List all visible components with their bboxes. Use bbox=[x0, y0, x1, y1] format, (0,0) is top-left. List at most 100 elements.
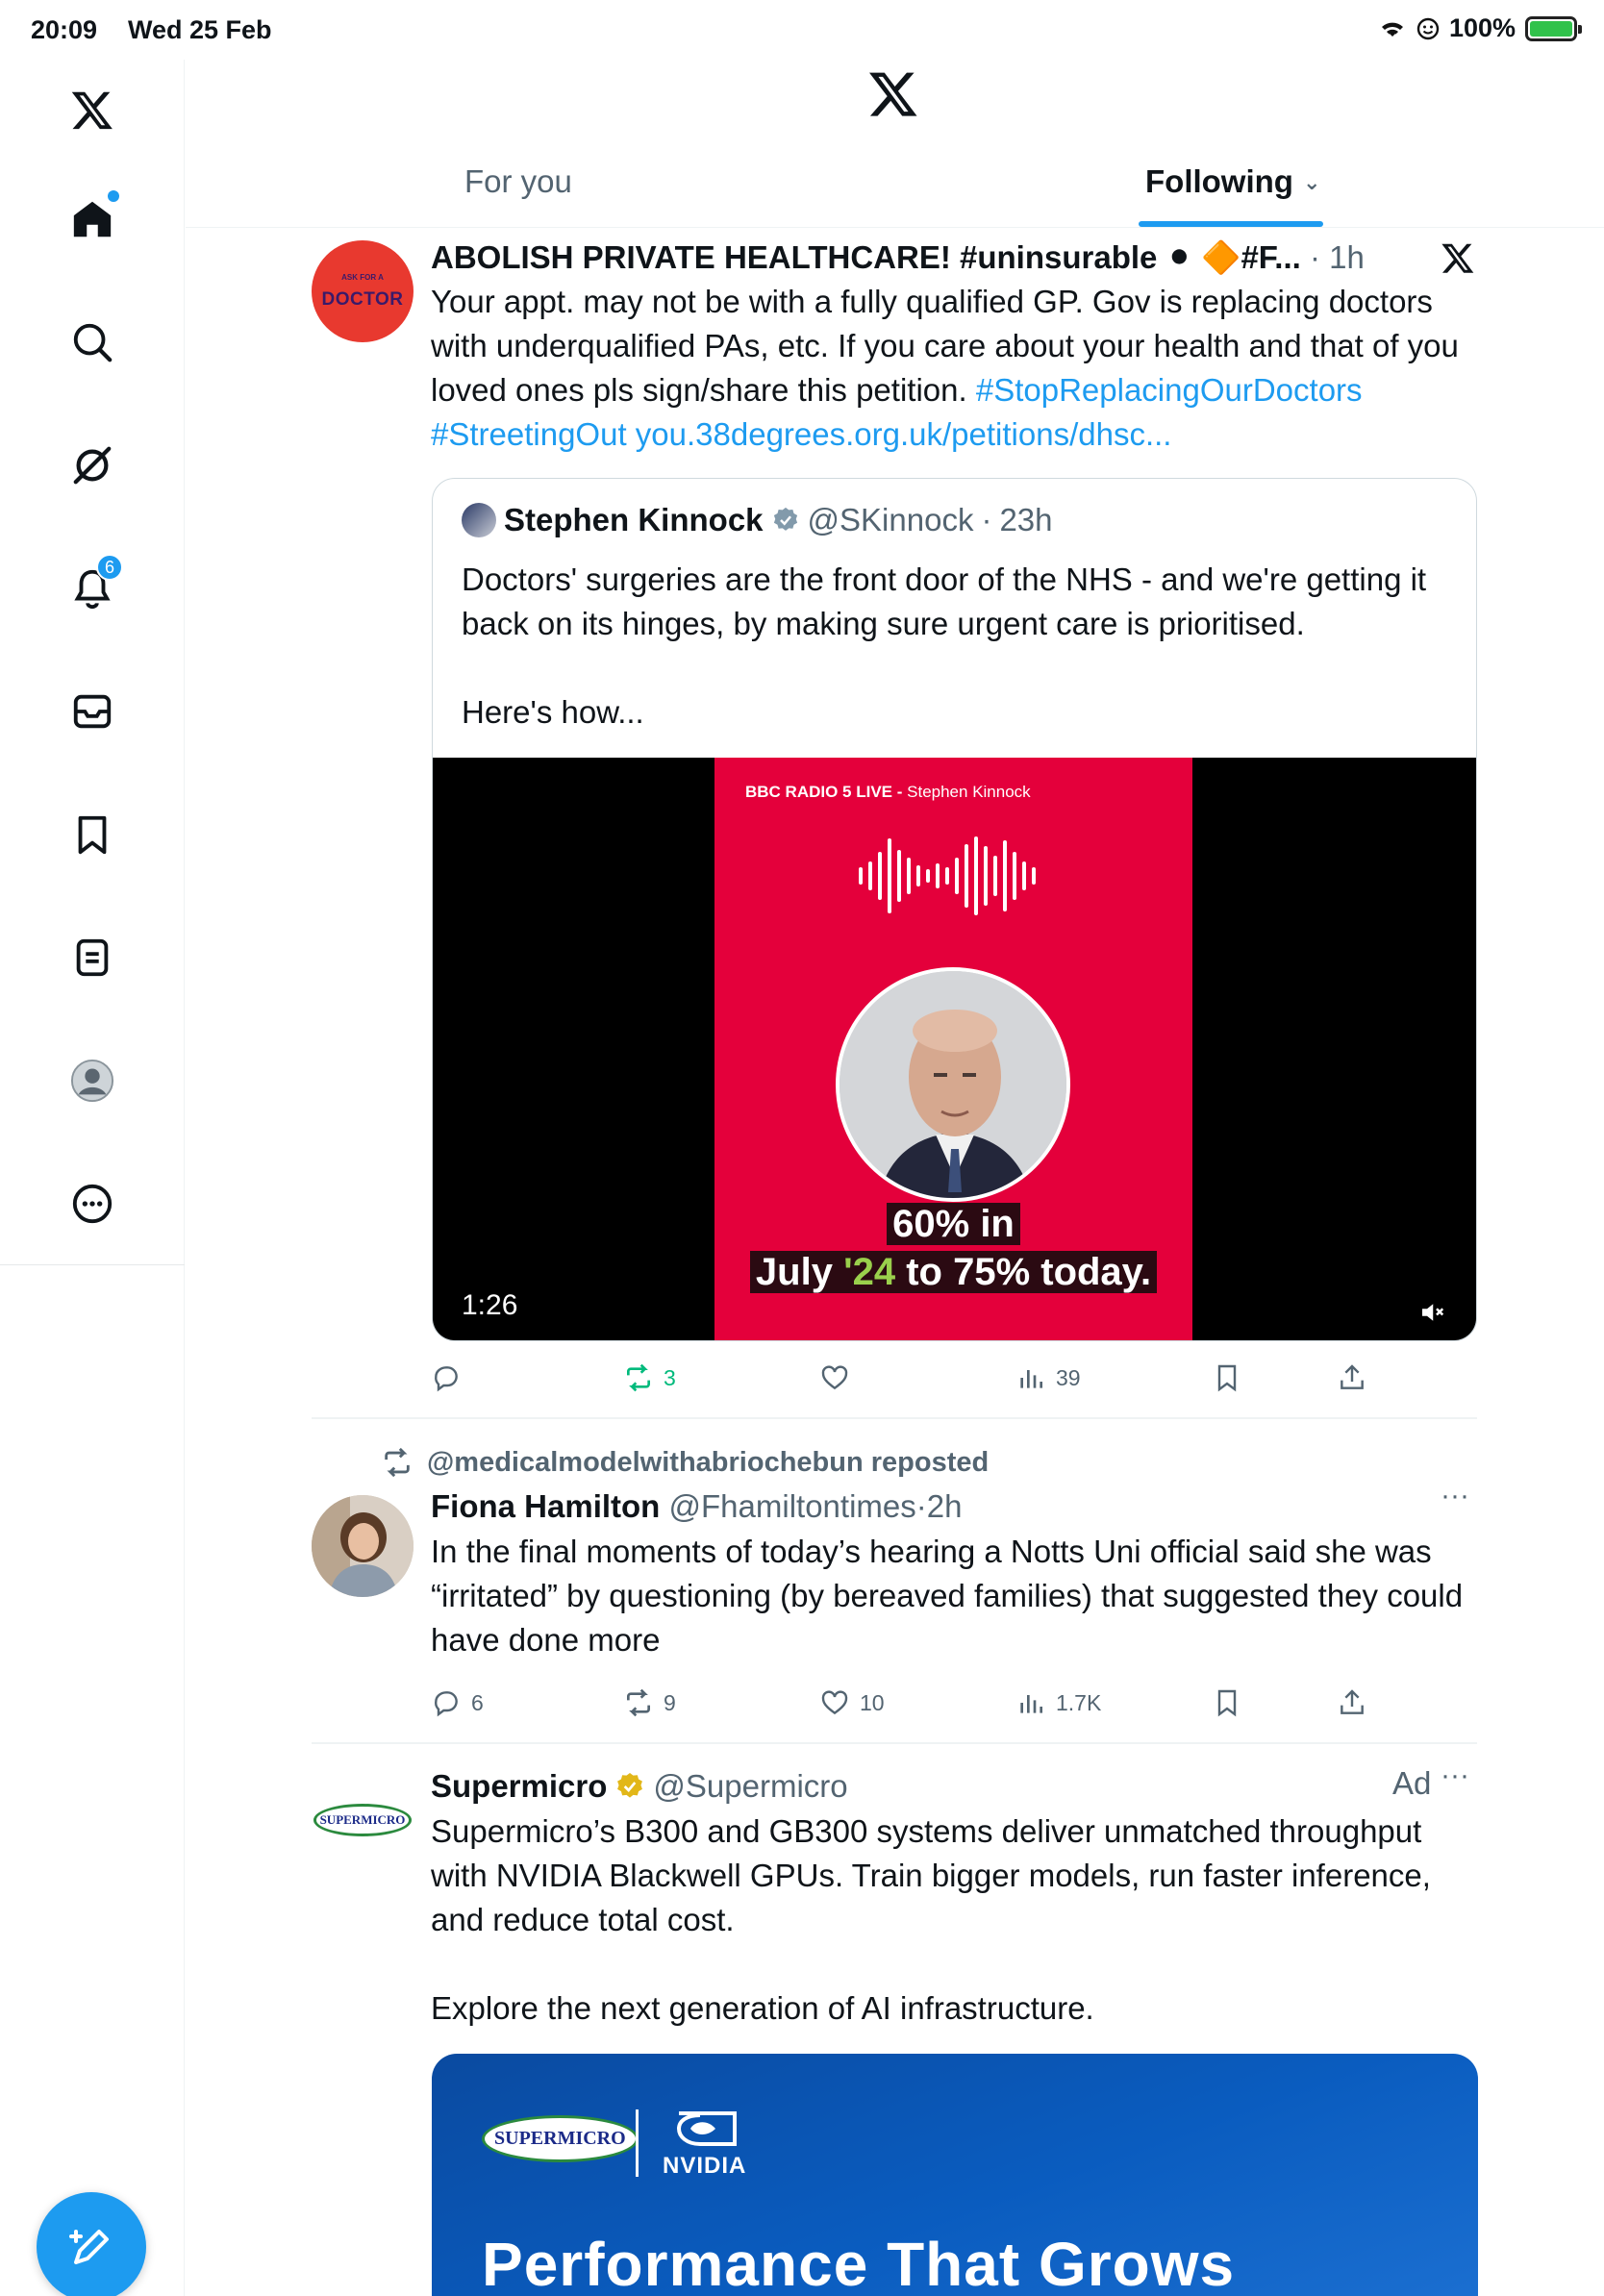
share-icon bbox=[1341, 1689, 1364, 1714]
battery-icon bbox=[1525, 15, 1582, 41]
author-name[interactable]: Fiona Hamilton bbox=[431, 1488, 660, 1524]
compose-feather-icon bbox=[69, 2230, 109, 2264]
x-logo-icon[interactable] bbox=[63, 81, 121, 138]
repost-context: @medicalmodelwithabriochebun reposted bbox=[381, 1446, 989, 1479]
reply-button[interactable] bbox=[431, 1362, 471, 1393]
sidebar-divider bbox=[0, 1264, 185, 1265]
mute-icon[interactable] bbox=[1417, 1298, 1446, 1327]
separator-dot: · bbox=[915, 1488, 927, 1524]
active-tab-indicator bbox=[1139, 221, 1323, 227]
search-icon[interactable] bbox=[63, 313, 121, 371]
video-caption-year: '24 bbox=[843, 1251, 896, 1293]
tab-following-label: Following bbox=[1145, 163, 1293, 199]
nvidia-eye-icon bbox=[676, 2111, 737, 2146]
repost-by-text[interactable]: @medicalmodelwithabriochebun reposted bbox=[427, 1447, 989, 1479]
post-text: Your appt. may not be with a fully quali… bbox=[431, 280, 1479, 457]
more-options-button[interactable]: ··· bbox=[1441, 1480, 1469, 1512]
repost-count: 9 bbox=[664, 1689, 676, 1715]
video-caption-line2a: July bbox=[755, 1251, 844, 1293]
quote-time: 23h bbox=[999, 502, 1053, 537]
grok-icon[interactable] bbox=[63, 437, 121, 494]
wifi-icon bbox=[1381, 22, 1403, 37]
share-icon bbox=[1341, 1364, 1364, 1389]
post-text-line: Supermicro’s B300 and GB300 systems deli… bbox=[431, 1813, 1431, 1937]
quoted-post[interactable]: Stephen Kinnock @SKinnock · 23h Doctors'… bbox=[432, 478, 1477, 1341]
ad-label: Ad bbox=[1392, 1765, 1432, 1801]
supermicro-logo: SUPERMICRO bbox=[482, 2115, 639, 2162]
audio-waveform-icon bbox=[859, 836, 1036, 915]
view-count: 39 bbox=[1056, 1364, 1081, 1390]
quote-text-line: Here's how... bbox=[462, 694, 644, 730]
home-icon[interactable] bbox=[63, 190, 121, 248]
compose-button[interactable] bbox=[37, 2192, 146, 2296]
status-date: Wed 25 Feb bbox=[128, 15, 272, 44]
video-header-bold: BBC RADIO 5 LIVE - bbox=[745, 783, 903, 801]
status-right: 100% bbox=[1378, 13, 1582, 43]
separator-dot: · bbox=[981, 502, 992, 537]
quote-author-name[interactable]: Stephen Kinnock bbox=[504, 502, 764, 538]
notifications-bell-icon[interactable]: 6 bbox=[63, 554, 123, 617]
hashtag-link[interactable]: #StreetingOut bbox=[431, 416, 627, 452]
share-button[interactable] bbox=[1337, 1362, 1367, 1393]
petition-url-link[interactable]: you.38degrees.org.uk/petitions/dhsc... bbox=[636, 416, 1172, 452]
author-name[interactable]: ABOLISH PRIVATE HEALTHCARE! #uninsurable… bbox=[431, 239, 1301, 275]
reply-icon bbox=[435, 1366, 458, 1392]
video-caption: 60% in July '24 to 75% today. bbox=[714, 1200, 1192, 1296]
post-text: Supermicro’s B300 and GB300 systems deli… bbox=[431, 1809, 1479, 2031]
post-time[interactable]: 2h bbox=[927, 1488, 963, 1524]
post-divider bbox=[312, 1417, 1477, 1419]
more-options-button[interactable]: ··· bbox=[1441, 1759, 1469, 1792]
views-chart-icon bbox=[1020, 1695, 1042, 1713]
ad-media-card[interactable]: SUPERMICRO NVIDIA Performance That Grows bbox=[432, 2054, 1478, 2296]
author-handle[interactable]: @Fhamiltontimes bbox=[669, 1488, 916, 1524]
avatar[interactable] bbox=[312, 1495, 414, 1597]
repost-button[interactable]: 9 bbox=[623, 1687, 676, 1718]
post-time[interactable]: 1h bbox=[1329, 239, 1365, 275]
hashtag-link[interactable]: #StopReplacingOurDoctors bbox=[976, 372, 1363, 408]
bookmark-button[interactable] bbox=[1212, 1362, 1242, 1393]
logo-divider bbox=[636, 2109, 639, 2177]
more-icon[interactable] bbox=[63, 1175, 121, 1233]
speaker-portrait bbox=[836, 967, 1070, 1202]
messages-icon[interactable] bbox=[63, 683, 121, 740]
profile-avatar-icon[interactable] bbox=[63, 1052, 121, 1110]
x-logo-icon[interactable] bbox=[1441, 240, 1475, 275]
quoted-post-meta: Stephen Kinnock @SKinnock · 23h bbox=[462, 502, 1053, 538]
reply-button[interactable]: 6 bbox=[431, 1687, 484, 1718]
bookmark-icon bbox=[1217, 1689, 1237, 1717]
post-abolish-private-healthcare[interactable]: ASK FOR A DOCTOR ABOLISH PRIVATE HEALTHC… bbox=[312, 237, 1477, 1414]
bookmark-icon[interactable] bbox=[63, 806, 121, 863]
views-button[interactable]: 39 bbox=[1015, 1362, 1081, 1393]
battery-percent: 100% bbox=[1448, 13, 1516, 42]
avatar[interactable]: SUPERMICRO bbox=[312, 1769, 414, 1871]
avatar[interactable]: ASK FOR A DOCTOR bbox=[312, 240, 414, 342]
author-name[interactable]: Supermicro bbox=[431, 1765, 607, 1808]
reply-count: 6 bbox=[471, 1689, 484, 1715]
video-player[interactable]: BBC RADIO 5 LIVE - Stephen Kinnock 60% i… bbox=[433, 758, 1476, 1340]
avatar-logo: SUPERMICRO bbox=[313, 1804, 413, 1836]
post-supermicro-ad[interactable]: SUPERMICRO Supermicro @Supermicro Ad ···… bbox=[312, 1759, 1479, 2296]
post-actions: 6 9 10 1.7K bbox=[431, 1684, 1477, 1722]
chevron-down-icon: ⌄ bbox=[1302, 170, 1321, 194]
like-button[interactable]: 10 bbox=[819, 1687, 885, 1718]
quote-handle[interactable]: @SKinnock bbox=[808, 502, 974, 538]
video-header: BBC RADIO 5 LIVE - Stephen Kinnock bbox=[745, 783, 1031, 802]
author-handle[interactable]: @Supermicro bbox=[653, 1765, 847, 1808]
bookmark-button[interactable] bbox=[1212, 1687, 1242, 1718]
heart-icon bbox=[821, 1365, 848, 1390]
views-button[interactable]: 1.7K bbox=[1015, 1687, 1101, 1718]
repost-button[interactable]: 3 bbox=[623, 1362, 676, 1393]
avatar-small-text: ASK FOR A bbox=[341, 272, 384, 282]
repost-icon bbox=[627, 1363, 650, 1392]
post-meta: Supermicro @Supermicro bbox=[431, 1765, 848, 1808]
reply-icon bbox=[435, 1691, 458, 1717]
video-duration: 1:26 bbox=[462, 1289, 518, 1321]
share-button[interactable] bbox=[1337, 1687, 1367, 1718]
post-fiona-hamilton[interactable]: @medicalmodelwithabriochebun reposted Fi… bbox=[312, 1442, 1477, 1731]
quote-avatar[interactable] bbox=[462, 503, 496, 537]
tab-for-you[interactable]: For you bbox=[464, 163, 572, 200]
tab-for-you-label: For you bbox=[464, 163, 572, 199]
tab-following[interactable]: Following ⌄ bbox=[1145, 163, 1320, 200]
like-button[interactable] bbox=[819, 1362, 860, 1393]
lists-icon[interactable] bbox=[63, 929, 121, 986]
